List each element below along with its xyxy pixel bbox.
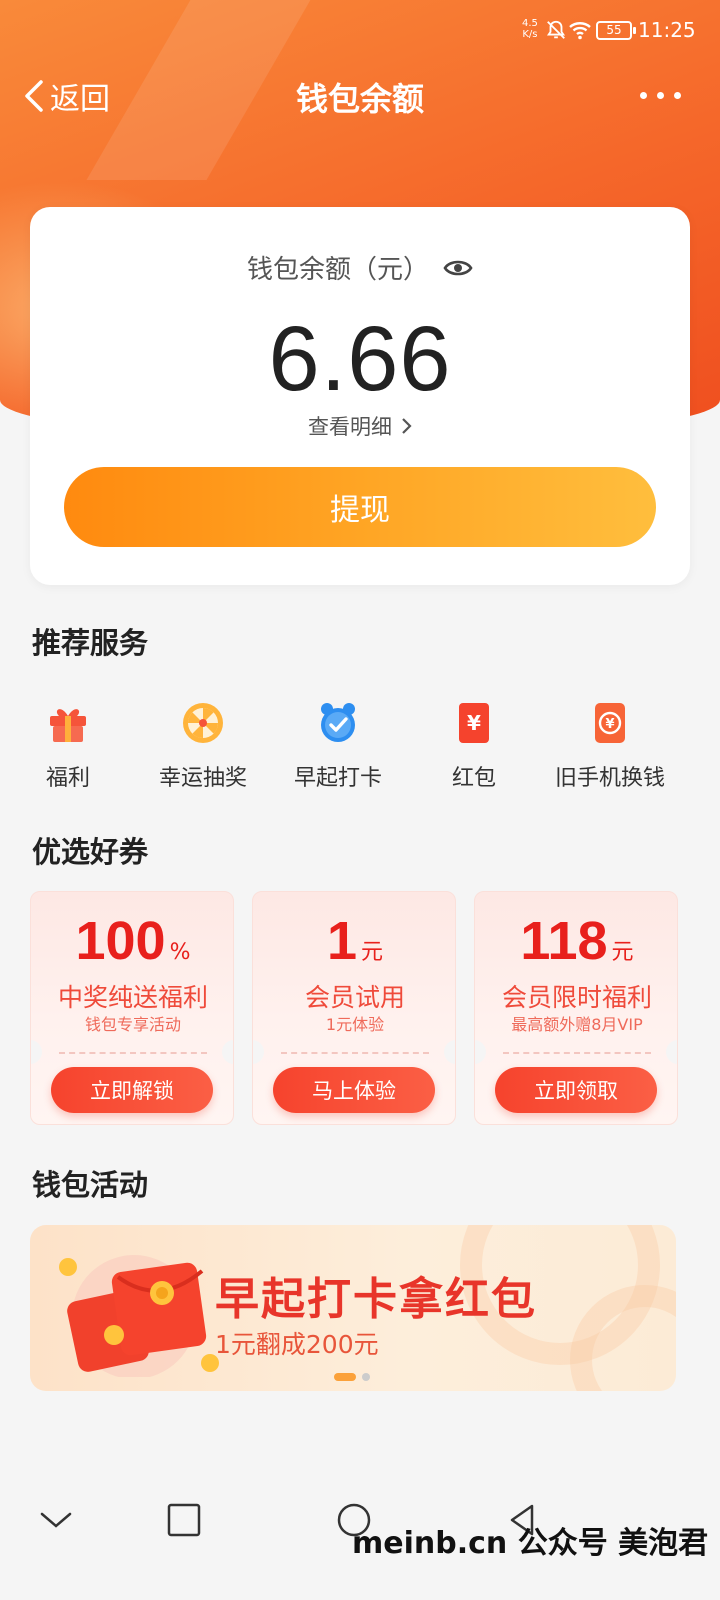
unlock-now-button[interactable]: 立即解锁 <box>51 1067 213 1113</box>
view-details-link[interactable]: 查看明细 <box>30 411 690 441</box>
coupon-subtitle: 1元体验 <box>325 1015 385 1034</box>
balance-amount: 6.66 <box>268 308 452 410</box>
service-label: 旧手机换钱 <box>554 766 665 791</box>
page-title: 钱包余额 <box>295 80 424 118</box>
early-checkin-banner[interactable]: 早起打卡拿红包 1元翻成200元 <box>30 1225 676 1391</box>
coupon-title: 会员限时福利 <box>501 983 652 1012</box>
service-early-checkin[interactable]: 早起打卡 <box>268 700 408 792</box>
status-time: 11:25 <box>638 18 696 42</box>
coupon-card: 100% 中奖纯送福利 钱包专享活动 立即解锁 <box>30 891 234 1125</box>
coupon-title: 中奖纯送福利 <box>57 983 208 1012</box>
services-grid: 福利 幸运抽奖 早起打卡 ¥ 红包 ¥ 旧手机换钱 <box>0 700 720 800</box>
carousel-indicator <box>334 1373 370 1381</box>
coupons-section-title: 优选好券 <box>32 835 149 869</box>
coupon-title: 会员试用 <box>304 983 405 1012</box>
coupon-subtitle: 钱包专享活动 <box>84 1015 181 1034</box>
eye-icon[interactable] <box>443 257 473 279</box>
chevron-down-icon[interactable] <box>36 1500 76 1540</box>
service-lucky-draw[interactable]: 幸运抽奖 <box>133 700 273 792</box>
banner-title: 早起打卡拿红包 <box>215 1274 537 1325</box>
coupon-value: 100% <box>75 911 191 971</box>
coupon-value: 1元 <box>326 911 384 971</box>
withdraw-button[interactable]: 提现 <box>64 467 656 547</box>
more-dot-icon <box>640 91 647 99</box>
top-nav: 返回 钱包余额 <box>0 60 720 132</box>
service-trade-in[interactable]: ¥ 旧手机换钱 <box>540 700 680 792</box>
services-section-title: 推荐服务 <box>32 626 149 660</box>
red-packet-icon: ¥ <box>459 703 489 743</box>
wifi-icon <box>569 22 591 40</box>
balance-card: 钱包余额（元） 6.66 查看明细 提现 <box>30 207 690 585</box>
trade-in-icon: ¥ <box>595 703 625 743</box>
claim-now-button[interactable]: 立即领取 <box>495 1067 657 1113</box>
bell-muted-icon <box>546 20 566 39</box>
service-label: 幸运抽奖 <box>158 766 247 791</box>
banner-subtitle: 1元翻成200元 <box>215 1330 379 1359</box>
activities-section-title: 钱包活动 <box>32 1168 149 1202</box>
gift-icon <box>50 709 86 742</box>
recent-apps-square-icon[interactable] <box>164 1500 204 1540</box>
view-details-label: 查看明细 <box>308 415 392 439</box>
more-dot-icon <box>657 91 664 99</box>
red-packet-illustration-icon <box>59 1255 219 1377</box>
service-label: 福利 <box>45 766 90 791</box>
alarm-clock-icon <box>321 703 355 742</box>
try-now-button[interactable]: 马上体验 <box>273 1067 435 1113</box>
more-dot-icon <box>674 91 681 99</box>
svg-text:¥: ¥ <box>605 717 614 732</box>
coupon-card: 1元 会员试用 1元体验 马上体验 <box>252 891 456 1125</box>
chevron-right-icon <box>402 418 412 434</box>
watermark-text: meinb.cn 公众号 美泡君 <box>352 1526 709 1561</box>
balance-label: 钱包余额（元） <box>246 255 429 285</box>
coupon-card: 118 元 会员限时福利 最高额外赠8月VIP 立即领取 <box>474 891 678 1125</box>
coupon-subtitle: 最高额外赠8月VIP <box>511 1015 643 1034</box>
service-welfare[interactable]: 福利 <box>0 700 138 792</box>
svg-text:¥: ¥ <box>467 711 481 735</box>
coupon-value: 118 元 <box>520 911 634 971</box>
status-bar: 4.5 K/s 55 11:25 <box>0 0 720 60</box>
service-label: 早起打卡 <box>293 766 382 791</box>
network-speed: 4.5 K/s <box>522 18 538 40</box>
service-label: 红包 <box>451 766 496 791</box>
battery-indicator: 55 <box>596 21 636 40</box>
more-menu-button[interactable] <box>640 80 696 110</box>
lucky-wheel-icon <box>183 703 223 743</box>
service-red-packet[interactable]: ¥ 红包 <box>404 700 544 792</box>
